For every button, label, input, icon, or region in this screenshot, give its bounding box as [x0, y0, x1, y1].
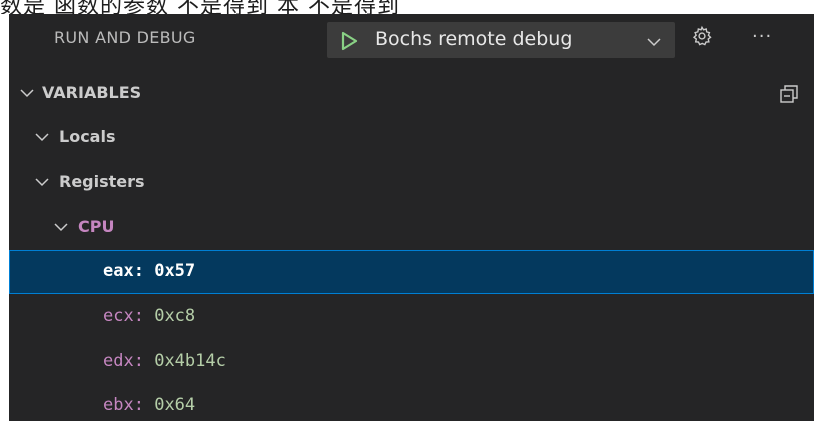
variable-row[interactable]: ecx: 0xc8	[9, 295, 814, 339]
variable-row[interactable]: edx: 0x4b14c	[9, 340, 814, 384]
variable-value: 0x64	[154, 395, 196, 415]
chevron-down-icon[interactable]	[53, 219, 69, 235]
chevron-down-icon[interactable]	[646, 34, 662, 50]
scope-label: Locals	[59, 127, 116, 146]
launch-config-label: Bochs remote debug	[375, 28, 573, 50]
chevron-down-icon[interactable]	[34, 129, 50, 145]
run-and-debug-panel: RUN AND DEBUG Bochs remote debug ··· VAR…	[9, 14, 814, 421]
variable-name: edx	[103, 351, 134, 371]
variable-name: eax	[103, 261, 134, 281]
variable-row[interactable]: ebx: 0x64	[9, 384, 814, 421]
variable-value: 0x4b14c	[154, 351, 226, 371]
gear-icon[interactable]	[691, 25, 713, 47]
variable-value: 0xc8	[154, 306, 196, 326]
variable-separator: :	[133, 306, 155, 326]
panel-title: RUN AND DEBUG	[54, 28, 196, 47]
group-label: CPU	[78, 217, 115, 236]
background-text-strip: 数是 函数的参数 不是得到 本 不是得到	[0, 0, 821, 14]
scope-locals[interactable]: Locals	[9, 116, 814, 160]
variable-value: 0x57	[154, 261, 196, 281]
variables-section-title: VARIABLES	[42, 83, 142, 102]
variable-entry: ecx: 0xc8	[103, 306, 195, 326]
variable-separator: :	[133, 261, 155, 281]
scope-registers[interactable]: Registers	[9, 161, 814, 205]
variable-entry: ebx: 0x64	[103, 395, 195, 415]
variable-separator: :	[133, 351, 155, 371]
panel-header: RUN AND DEBUG Bochs remote debug ···	[9, 14, 814, 66]
variable-name: ebx	[103, 395, 134, 415]
variable-name: ecx	[103, 306, 134, 326]
more-actions-icon[interactable]: ···	[752, 28, 772, 46]
screenshot-stage: 数是 函数的参数 不是得到 本 不是得到 RUN AND DEBUG Bochs…	[0, 0, 821, 421]
register-group-cpu[interactable]: CPU	[9, 206, 814, 250]
play-icon[interactable]	[339, 31, 359, 51]
variable-entry: edx: 0x4b14c	[103, 351, 226, 371]
launch-config-dropdown[interactable]: Bochs remote debug	[327, 22, 675, 58]
scope-label: Registers	[59, 172, 145, 191]
variable-entry: eax: 0x57	[103, 261, 195, 281]
variables-section-header[interactable]: VARIABLES	[9, 72, 814, 116]
chevron-down-icon[interactable]	[19, 85, 35, 101]
collapse-all-icon[interactable]	[779, 84, 799, 104]
variable-separator: :	[133, 395, 155, 415]
variable-row[interactable]: eax: 0x57	[9, 250, 814, 294]
chevron-down-icon[interactable]	[34, 174, 50, 190]
background-text: 数是 函数的参数 不是得到 本 不是得到	[0, 0, 400, 14]
